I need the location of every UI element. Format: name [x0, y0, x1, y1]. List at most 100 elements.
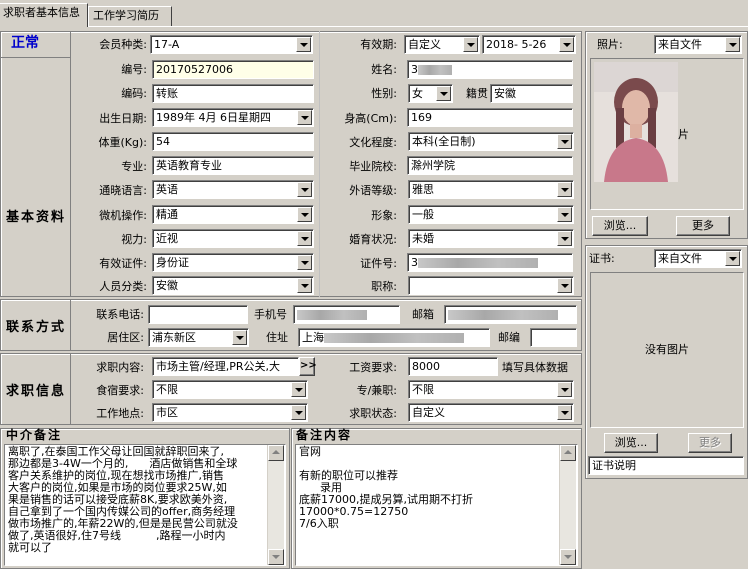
phone-label: 联系电话: — [96, 308, 144, 321]
fulltime-select[interactable]: 不限 — [408, 380, 574, 399]
job-content-more-button[interactable]: >> — [299, 357, 317, 376]
remark-scrollbar[interactable] — [559, 445, 576, 565]
school-label: 毕业院校: — [349, 160, 397, 173]
chevron-down-icon[interactable] — [557, 405, 572, 420]
postcode-field[interactable] — [530, 328, 577, 347]
scroll-down-icon[interactable] — [560, 549, 576, 565]
job-content-label: 求职内容: — [96, 361, 144, 374]
chevron-down-icon[interactable] — [557, 231, 572, 246]
certificate-source-select[interactable]: 来自文件 — [654, 249, 742, 268]
category-select[interactable]: 安徽 — [152, 276, 314, 295]
scroll-down-icon[interactable] — [268, 549, 284, 565]
agent-note-scrollbar[interactable] — [267, 445, 284, 565]
chevron-down-icon[interactable] — [725, 251, 740, 266]
scroll-up-icon[interactable] — [560, 445, 576, 461]
remark-textarea[interactable]: 官网 有新的职位可以推荐 录用 底薪17000,提成另算,试用期不打折 17000*… — [295, 444, 578, 566]
salary-hint: 填写具体数据 — [502, 361, 568, 374]
education-select[interactable]: 本科(全日制) — [408, 132, 574, 151]
salary-field[interactable]: 8000 — [408, 357, 498, 376]
title-select[interactable] — [408, 276, 574, 295]
height-field[interactable]: 169 — [407, 108, 573, 127]
certificate-browse-button[interactable]: 浏览... — [604, 433, 658, 453]
marital-select[interactable]: 未婚 — [408, 229, 574, 248]
school-field[interactable]: 滁州学院 — [407, 156, 573, 175]
validity-date-picker[interactable]: 2018- 5-26 — [482, 35, 576, 54]
code-label: 编码: — [121, 87, 147, 100]
id-number-label: 证件号: — [360, 257, 397, 270]
job-content-field[interactable]: 市场主管/经理,PR公关,大 — [152, 357, 299, 376]
chevron-down-icon[interactable] — [232, 330, 247, 345]
certificate-label: 证书: — [589, 252, 615, 265]
address-label: 住址 — [266, 331, 288, 344]
photo-source-select[interactable]: 来自文件 — [654, 35, 742, 54]
chevron-down-icon[interactable] — [557, 182, 572, 197]
tab-basic-info[interactable]: 求职者基本信息 — [0, 3, 88, 27]
major-field[interactable]: 英语教育专业 — [152, 156, 314, 175]
chevron-down-icon[interactable] — [296, 37, 311, 52]
code-field[interactable]: 转账 — [152, 84, 314, 103]
board-label: 食宿要求: — [96, 384, 144, 397]
redacted-block — [418, 258, 538, 268]
chevron-down-icon[interactable] — [557, 134, 572, 149]
status-label: 正常 — [11, 35, 39, 51]
location-select[interactable]: 市区 — [152, 403, 308, 422]
id-number-field[interactable]: 3 — [407, 253, 573, 272]
chevron-down-icon[interactable] — [725, 37, 740, 52]
mobile-field[interactable] — [293, 305, 400, 324]
chevron-down-icon[interactable] — [297, 255, 312, 270]
scrollbar-track[interactable] — [559, 445, 576, 565]
birth-date-picker[interactable]: 1989年 4月 6日星期四 — [152, 108, 314, 127]
agent-note-textarea[interactable]: 离职了,在泰国工作父母让回国就辞职回来了, 那边都是3-4W一个月的, 酒店做销售… — [4, 444, 286, 566]
number-field[interactable]: 20170527006 — [152, 60, 314, 79]
photo-browse-button[interactable]: 浏览... — [592, 216, 648, 236]
language-select[interactable]: 英语 — [152, 180, 314, 199]
eyesight-label: 视力: — [121, 233, 147, 246]
certificate-desc-field[interactable]: 证书说明 — [588, 456, 744, 475]
gender-select[interactable]: 女 — [408, 84, 453, 103]
language-label: 通晓语言: — [99, 184, 147, 197]
section-basic-title: 基本资料 — [6, 210, 67, 225]
agent-note-title: 中介备注 — [6, 428, 63, 442]
chevron-down-icon[interactable] — [557, 382, 572, 397]
redacted-block — [297, 310, 367, 320]
tab-work-history[interactable]: 工作学习简历 — [88, 6, 172, 26]
job-status-select[interactable]: 自定义 — [408, 403, 574, 422]
phone-field[interactable] — [148, 305, 248, 324]
id-type-select[interactable]: 身份证 — [152, 253, 314, 272]
scrollbar-track[interactable] — [267, 445, 284, 565]
chevron-down-icon[interactable] — [559, 37, 574, 52]
chevron-down-icon[interactable] — [297, 231, 312, 246]
salary-label: 工资要求: — [349, 361, 397, 374]
chevron-down-icon[interactable] — [297, 278, 312, 293]
appearance-select[interactable]: 一般 — [408, 205, 574, 224]
chevron-down-icon[interactable] — [463, 37, 478, 52]
profile-photo — [594, 62, 678, 182]
member-type-select[interactable]: 17-A — [150, 35, 313, 54]
name-field[interactable]: 3 — [407, 60, 573, 79]
email-field[interactable] — [444, 305, 577, 324]
board-select[interactable]: 不限 — [152, 380, 308, 399]
email-label: 邮箱 — [412, 308, 434, 321]
chevron-down-icon[interactable] — [291, 382, 306, 397]
certificate-more-button[interactable]: 更多 — [688, 433, 732, 453]
district-select[interactable]: 浦东新区 — [148, 328, 249, 347]
validity-mode-select[interactable]: 自定义 — [404, 35, 480, 54]
id-type-label: 有效证件: — [99, 257, 147, 270]
hometown-field[interactable]: 安徽 — [490, 84, 573, 103]
weight-field[interactable]: 54 — [152, 132, 314, 151]
address-field[interactable]: 上海 — [298, 328, 490, 347]
chevron-down-icon[interactable] — [297, 182, 312, 197]
computer-select[interactable]: 精通 — [152, 205, 314, 224]
foreign-level-select[interactable]: 雅思 — [408, 180, 574, 199]
chevron-down-icon[interactable] — [291, 405, 306, 420]
photo-more-button[interactable]: 更多 — [676, 216, 730, 236]
chevron-down-icon[interactable] — [557, 278, 572, 293]
category-label: 人员分类: — [99, 280, 147, 293]
scroll-up-icon[interactable] — [268, 445, 284, 461]
chevron-down-icon[interactable] — [297, 207, 312, 222]
chevron-down-icon[interactable] — [297, 110, 312, 125]
chevron-down-icon[interactable] — [436, 86, 451, 101]
chevron-down-icon[interactable] — [557, 207, 572, 222]
eyesight-select[interactable]: 近视 — [152, 229, 314, 248]
location-label: 工作地点: — [96, 407, 144, 420]
